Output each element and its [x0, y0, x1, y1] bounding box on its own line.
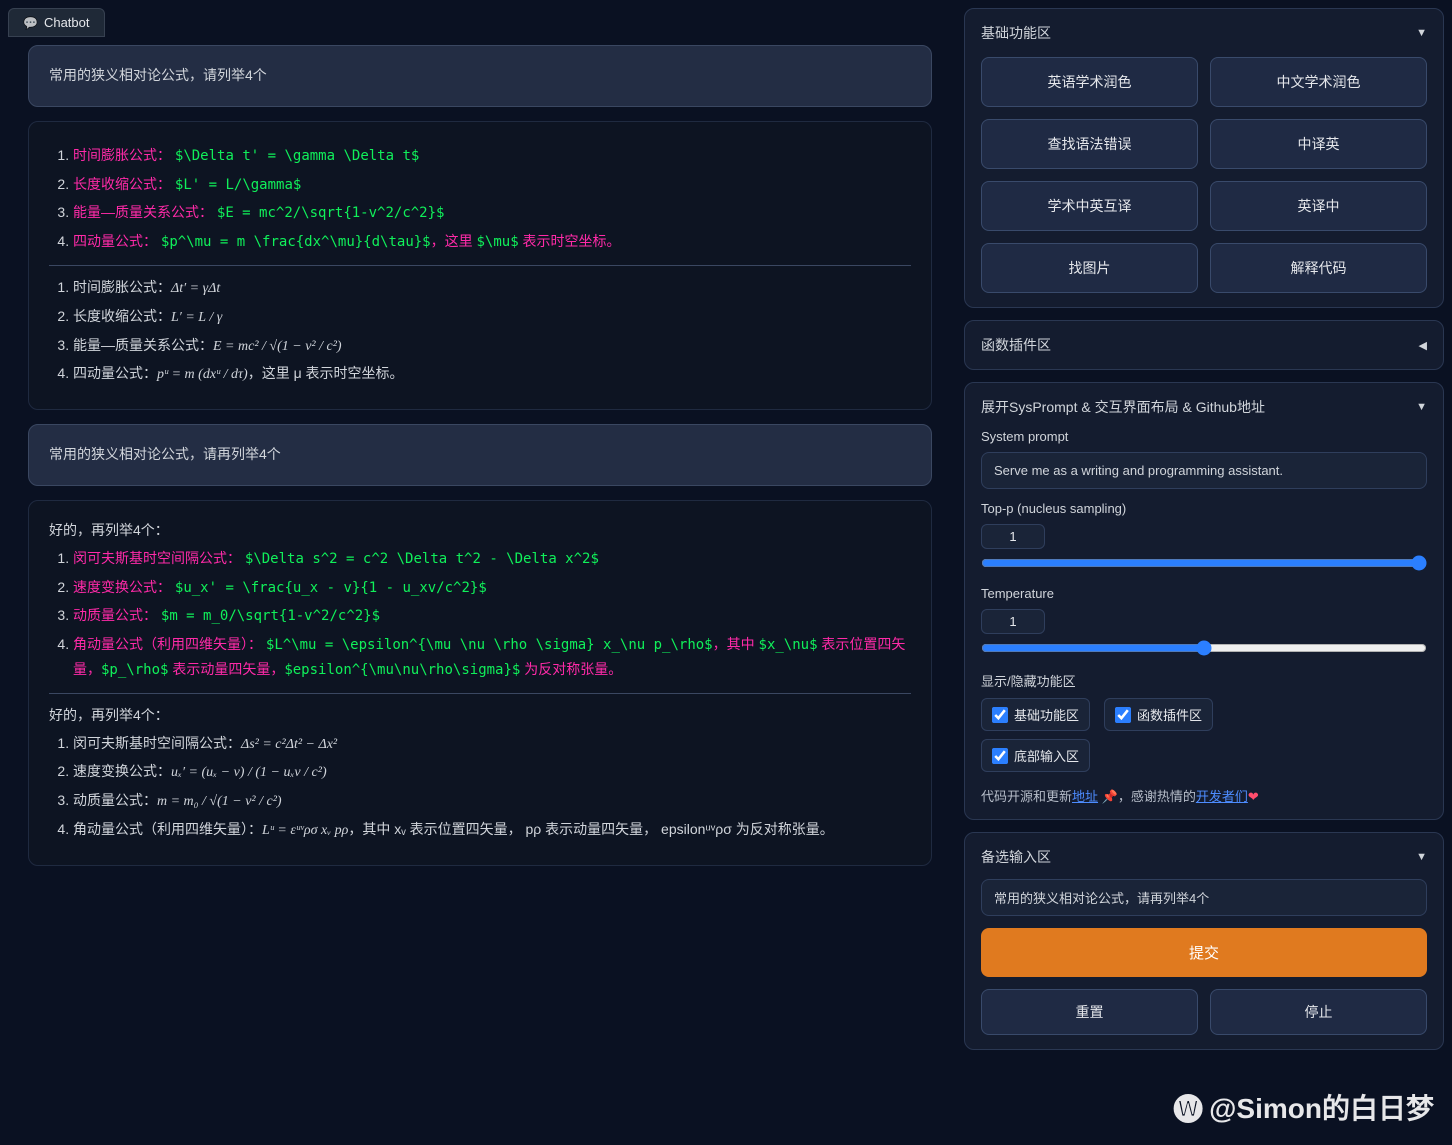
- fn-btn-grammar[interactable]: 查找语法错误: [981, 119, 1198, 169]
- chat-icon: 💬: [23, 16, 38, 30]
- user-message-1: 常用的狭义相对论公式，请列举4个: [28, 45, 932, 107]
- submit-button[interactable]: 提交: [981, 928, 1427, 977]
- list-item: 四动量公式： $p^\mu = m \frac{dx^\mu}{d\tau}$，…: [73, 230, 911, 255]
- list-item: 时间膨胀公式： $\Delta t' = \gamma \Delta t$: [73, 144, 911, 169]
- chat-scroll[interactable]: 常用的狭义相对论公式，请列举4个 时间膨胀公式： $\Delta t' = \g…: [8, 45, 952, 1137]
- chk-basic[interactable]: 基础功能区: [981, 698, 1090, 731]
- temperature-slider[interactable]: [981, 640, 1427, 656]
- tab-label: Chatbot: [44, 15, 90, 30]
- basic-functions-panel: 基础功能区 ▼ 英语学术润色 中文学术润色 查找语法错误 中译英 学术中英互译 …: [964, 8, 1444, 308]
- temperature-label: Temperature: [981, 586, 1427, 601]
- repo-link[interactable]: 地址: [1072, 789, 1098, 804]
- chevron-down-icon: ▼: [1416, 851, 1427, 863]
- input-panel-header[interactable]: 备选输入区 ▼: [981, 847, 1427, 867]
- list-item: 闵可夫斯基时空间隔公式：Δs² = c²Δt² − Δx²: [73, 732, 911, 757]
- checkbox-icon[interactable]: [992, 707, 1008, 723]
- fn-btn-find-image[interactable]: 找图片: [981, 243, 1198, 293]
- list-item: 速度变换公式： $u_x' = \frac{u_x - v}{1 - u_xv/…: [73, 576, 911, 601]
- chk-plugins[interactable]: 函数插件区: [1104, 698, 1213, 731]
- chevron-down-icon: ▼: [1416, 401, 1427, 413]
- fn-btn-en2cn[interactable]: 英译中: [1210, 181, 1427, 231]
- tab-chatbot[interactable]: 💬 Chatbot: [8, 8, 105, 37]
- panel-title: 基础功能区: [981, 23, 1051, 43]
- basic-panel-header[interactable]: 基础功能区 ▼: [981, 23, 1427, 43]
- heart-icon: ❤: [1248, 789, 1259, 804]
- list-item: 角动量公式（利用四维矢量）： $L^\mu = \epsilon^{\mu \n…: [73, 633, 911, 683]
- panel-title: 展开SysPrompt & 交互界面布局 & Github地址: [981, 397, 1265, 417]
- toggle-label: 显示/隐藏功能区: [981, 671, 1427, 690]
- top-p-label: Top-p (nucleus sampling): [981, 501, 1427, 516]
- formula-list-raw: 闵可夫斯基时空间隔公式： $\Delta s^2 = c^2 \Delta t^…: [49, 547, 911, 683]
- top-p-value[interactable]: 1: [981, 524, 1045, 549]
- checkbox-icon[interactable]: [992, 748, 1008, 764]
- pushpin-icon: 📌: [1102, 789, 1118, 804]
- list-item: 角动量公式（利用四维矢量）：Lᵘ = εᵘᵛρσ xᵥ pρ，其中 xᵥ 表示位…: [73, 818, 911, 843]
- bot-message-2: 好的，再列举4个： 闵可夫斯基时空间隔公式： $\Delta s^2 = c^2…: [28, 500, 932, 866]
- fn-btn-en-polish[interactable]: 英语学术润色: [981, 57, 1198, 107]
- panel-title: 备选输入区: [981, 847, 1051, 867]
- system-prompt-label: System prompt: [981, 429, 1427, 444]
- user-text: 常用的狭义相对论公式，请再列举4个: [49, 446, 281, 462]
- list-item: 长度收缩公式： $L' = L/\gamma$: [73, 173, 911, 198]
- list-item: 速度变换公式：uₓ′ = (uₓ − v) / (1 − uₓv / c²): [73, 760, 911, 785]
- formula-list-rendered: 时间膨胀公式：Δt′ = γΔt 长度收缩公式：L′ = L / γ 能量—质量…: [49, 276, 911, 387]
- tab-bar: 💬 Chatbot: [8, 8, 952, 37]
- fn-btn-explain-code[interactable]: 解释代码: [1210, 243, 1427, 293]
- user-message-2: 常用的狭义相对论公式，请再列举4个: [28, 424, 932, 486]
- chevron-down-icon: ▼: [1416, 27, 1427, 39]
- chk-bottom-input[interactable]: 底部输入区: [981, 739, 1090, 772]
- chevron-left-icon: ◀: [1419, 339, 1427, 352]
- stop-button[interactable]: 停止: [1210, 989, 1427, 1035]
- plugins-panel: 函数插件区 ◀: [964, 320, 1444, 370]
- reset-button[interactable]: 重置: [981, 989, 1198, 1035]
- list-item: 四动量公式：pᵘ = m (dxᵘ / dτ)，这里 μ 表示时空坐标。: [73, 362, 911, 387]
- formula-list-raw: 时间膨胀公式： $\Delta t' = \gamma \Delta t$ 长度…: [49, 144, 911, 255]
- list-item: 闵可夫斯基时空间隔公式： $\Delta s^2 = c^2 \Delta t^…: [73, 547, 911, 572]
- list-item: 时间膨胀公式：Δt′ = γΔt: [73, 276, 911, 301]
- footer-note: 代码开源和更新地址 📌，感谢热情的开发者们❤: [981, 786, 1427, 805]
- list-item: 能量—质量关系公式：E = mc² / √(1 − v² / c²): [73, 334, 911, 359]
- contributors-link[interactable]: 开发者们: [1196, 789, 1248, 804]
- intro-text: 好的，再列举4个：: [49, 519, 911, 543]
- prompt-input[interactable]: [981, 879, 1427, 916]
- panel-title: 函数插件区: [981, 335, 1051, 355]
- advanced-panel-header[interactable]: 展开SysPrompt & 交互界面布局 & Github地址 ▼: [981, 397, 1427, 417]
- top-p-slider[interactable]: [981, 555, 1427, 571]
- plugins-panel-header[interactable]: 函数插件区 ◀: [981, 335, 1427, 355]
- fn-btn-cn-polish[interactable]: 中文学术润色: [1210, 57, 1427, 107]
- fn-btn-cn2en[interactable]: 中译英: [1210, 119, 1427, 169]
- temperature-value[interactable]: 1: [981, 609, 1045, 634]
- fn-btn-acad-trans[interactable]: 学术中英互译: [981, 181, 1198, 231]
- system-prompt-input[interactable]: [981, 452, 1427, 489]
- divider: [49, 693, 911, 694]
- checkbox-icon[interactable]: [1115, 707, 1131, 723]
- list-item: 能量—质量关系公式： $E = mc^2/\sqrt{1-v^2/c^2}$: [73, 201, 911, 226]
- input-panel: 备选输入区 ▼ 提交 重置 停止: [964, 832, 1444, 1050]
- advanced-panel: 展开SysPrompt & 交互界面布局 & Github地址 ▼ System…: [964, 382, 1444, 820]
- list-item: 长度收缩公式：L′ = L / γ: [73, 305, 911, 330]
- list-item: 动质量公式：m = m₀ / √(1 − v² / c²): [73, 789, 911, 814]
- bot-message-1: 时间膨胀公式： $\Delta t' = \gamma \Delta t$ 长度…: [28, 121, 932, 410]
- intro-text: 好的，再列举4个：: [49, 704, 911, 728]
- divider: [49, 265, 911, 266]
- list-item: 动质量公式： $m = m_0/\sqrt{1-v^2/c^2}$: [73, 604, 911, 629]
- formula-list-rendered: 闵可夫斯基时空间隔公式：Δs² = c²Δt² − Δx² 速度变换公式：uₓ′…: [49, 732, 911, 843]
- user-text: 常用的狭义相对论公式，请列举4个: [49, 67, 267, 83]
